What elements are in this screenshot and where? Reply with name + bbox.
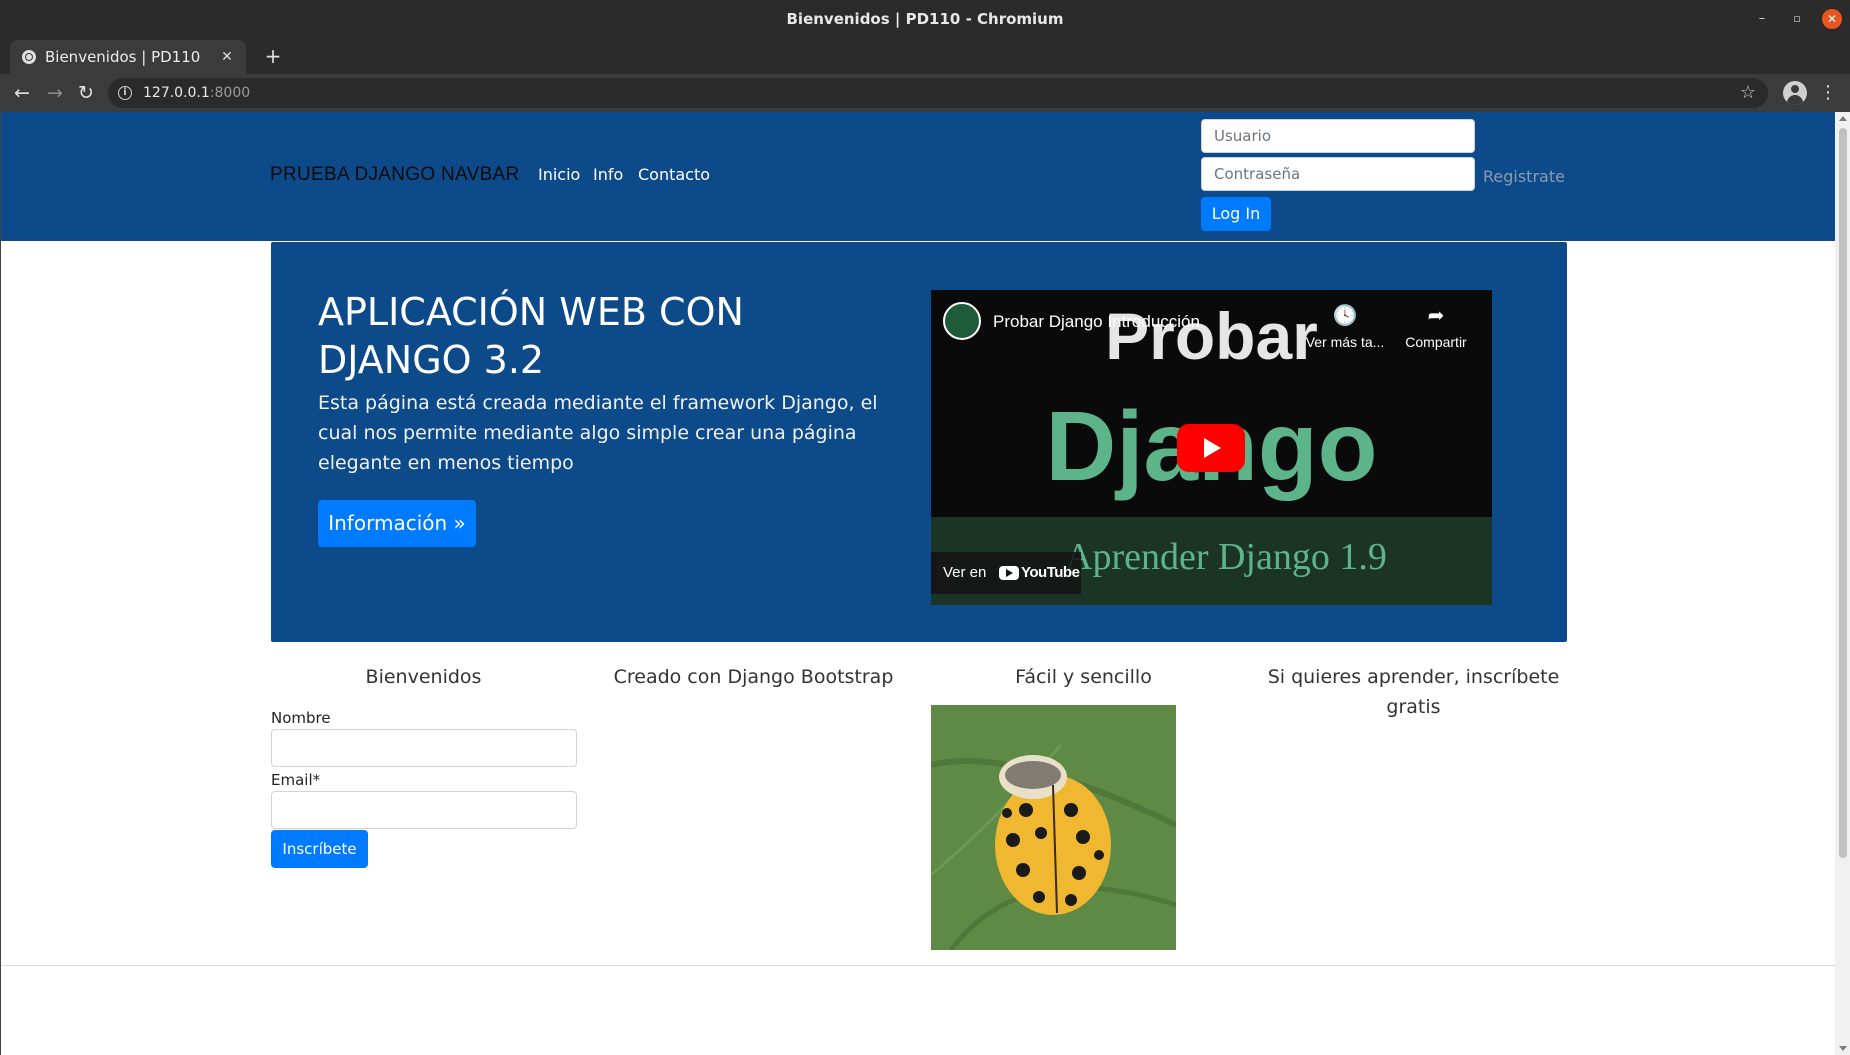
watch-later-button[interactable]: 🕓 Ver más ta... — [1305, 304, 1385, 350]
information-button[interactable]: Información » — [318, 500, 476, 547]
profile-avatar-icon[interactable] — [1783, 81, 1807, 105]
maximize-icon[interactable]: ▫ — [1788, 10, 1806, 28]
forward-arrow-icon[interactable]: → — [42, 80, 68, 106]
channel-avatar[interactable] — [943, 302, 981, 340]
site-navbar: PRUEBA DJANGO NAVBAR Inicio Info Contact… — [1, 112, 1836, 241]
url-host: 127.0.0.1 — [143, 85, 210, 101]
ladybug-image — [931, 705, 1176, 950]
browser-tab[interactable]: Bienvenidos | PD110 ✕ — [10, 40, 246, 74]
youtube-logo-icon — [999, 566, 1019, 580]
ladybug-illustration — [931, 705, 1176, 950]
page-scrollbar[interactable] — [1835, 112, 1850, 1055]
youtube-embed[interactable]: Probar Django Aprender Django 1.9 Probar… — [931, 290, 1492, 605]
password-input[interactable]: Contraseña — [1201, 157, 1475, 191]
minimize-icon[interactable]: – — [1753, 10, 1771, 28]
window-titlebar: Bienvenidos | PD110 - Chromium – ▫ ✕ — [0, 0, 1850, 38]
login-button[interactable]: Log In — [1201, 197, 1271, 231]
globe-icon — [22, 50, 36, 64]
watch-on-label: Ver en — [943, 564, 987, 581]
bookmark-star-icon[interactable]: ☆ — [1740, 82, 1756, 104]
tab-title: Bienvenidos | PD110 — [45, 48, 201, 66]
youtube-wordmark: YouTube — [1021, 564, 1080, 581]
nombre-label: Nombre — [271, 709, 331, 727]
tab-strip: Bienvenidos | PD110 ✕ + — [0, 38, 1850, 74]
browser-toolbar: ← → ↻ i 127.0.0.1:8000 ☆ ⋮ — [0, 74, 1850, 112]
new-tab-icon[interactable]: + — [262, 45, 284, 67]
nav-link-inicio[interactable]: Inicio — [538, 165, 580, 184]
play-button-icon[interactable] — [1177, 424, 1245, 472]
page-viewport: PRUEBA DJANGO NAVBAR Inicio Info Contact… — [0, 112, 1850, 1055]
url-text[interactable]: 127.0.0.1:8000 — [143, 78, 250, 108]
jumbotron: APLICACIÓN WEB CON DJANGO 3.2 Esta págin… — [271, 242, 1567, 642]
kebab-menu-icon[interactable]: ⋮ — [1818, 80, 1838, 106]
column-heading-inscribete: Si quieres aprender, inscríbete gratis — [1267, 666, 1560, 718]
scroll-up-arrow-icon[interactable] — [1839, 116, 1847, 121]
subscribe-button[interactable]: Inscríbete — [271, 830, 368, 868]
navbar-brand[interactable]: PRUEBA DJANGO NAVBAR — [270, 164, 520, 186]
username-input[interactable]: Usuario — [1201, 119, 1475, 153]
address-bar[interactable]: i 127.0.0.1:8000 ☆ — [108, 78, 1768, 108]
column-heading-bienvenidos: Bienvenidos — [365, 666, 482, 688]
clock-icon: 🕓 — [1332, 305, 1358, 327]
column-heading-facil: Fácil y sencillo — [1015, 666, 1152, 688]
window-title: Bienvenidos | PD110 - Chromium — [786, 10, 1064, 28]
scrollbar-thumb[interactable] — [1839, 128, 1847, 858]
jumbotron-heading: APLICACIÓN WEB CON DJANGO 3.2 — [318, 290, 744, 382]
share-button[interactable]: ➦ Compartir — [1396, 304, 1476, 350]
url-port: :8000 — [209, 85, 251, 101]
email-label: Email* — [271, 771, 321, 789]
back-arrow-icon[interactable]: ← — [9, 80, 35, 106]
email-field[interactable] — [271, 791, 577, 829]
watch-later-label: Ver más ta... — [1305, 334, 1385, 350]
jumbotron-lead: Esta página está creada mediante el fram… — [318, 392, 878, 474]
share-label: Compartir — [1405, 334, 1467, 350]
reload-icon[interactable]: ↻ — [73, 80, 99, 106]
scroll-down-arrow-icon[interactable] — [1839, 1046, 1847, 1051]
nav-link-contacto[interactable]: Contacto — [638, 165, 710, 184]
nav-link-info[interactable]: Info — [593, 165, 623, 184]
footer-divider — [1, 965, 1836, 966]
video-title[interactable]: Probar Django Introducción — [993, 312, 1200, 332]
share-icon: ➦ — [1427, 305, 1445, 327]
column-heading-bootstrap: Creado con Django Bootstrap — [613, 666, 894, 688]
close-window-icon[interactable]: ✕ — [1822, 9, 1842, 29]
register-link[interactable]: Registrate — [1483, 167, 1565, 186]
site-info-icon[interactable]: i — [118, 86, 132, 100]
tab-close-icon[interactable]: ✕ — [218, 48, 236, 66]
video-thumbnail-subtitle: Aprender Django 1.9 — [1065, 536, 1387, 578]
watch-on-youtube-button[interactable]: Ver en YouTube — [931, 552, 1081, 594]
nombre-field[interactable] — [271, 729, 577, 767]
